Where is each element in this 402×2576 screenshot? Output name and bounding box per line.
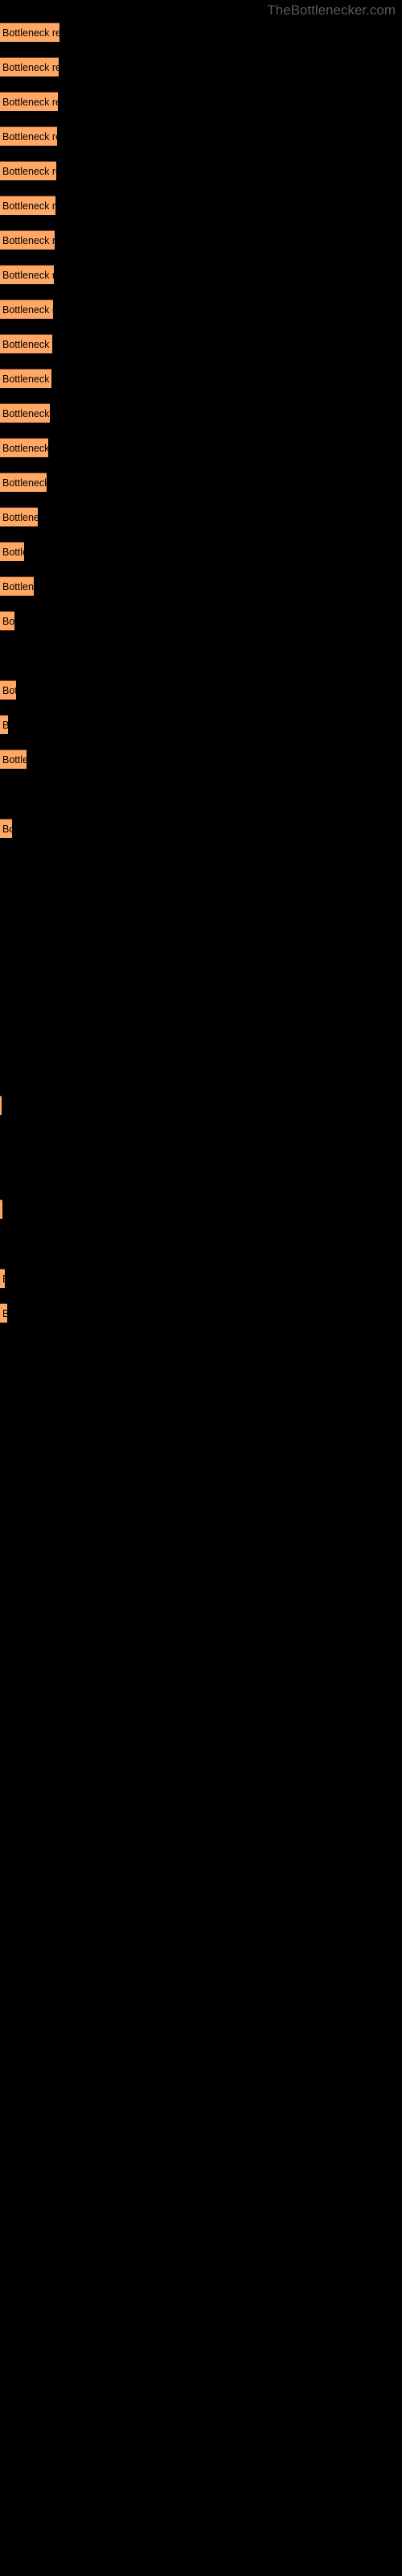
bar-6[interactable]: Bottleneck result [0,196,55,215]
bar-20[interactable]: Bottleneck result [0,715,8,734]
bar-label: Bottleneck result [2,61,59,73]
bar-label: Bottleneck result [2,407,50,419]
bar-label: Bottleneck result [2,165,56,177]
bar-8[interactable]: Bottleneck result [0,265,54,284]
bar-16[interactable]: Bottleneck result [0,542,24,561]
bar-label: Bottleneck result [2,753,27,766]
bar-5[interactable]: Bottleneck result [0,161,56,180]
bar-23[interactable]: Bottleneck result [0,1096,2,1115]
bar-24[interactable]: Bottleneck result [0,1199,2,1219]
bar-label: Bottleneck result [2,684,16,696]
bar-label: Bottleneck result [2,615,14,627]
bar-12[interactable]: Bottleneck result [0,403,50,423]
bar-17[interactable]: Bottleneck result [0,576,34,596]
bar-26[interactable]: Bottleneck result [0,1303,7,1323]
bar-label: Bottleneck result [2,477,47,489]
bar-21[interactable]: Bottleneck result [0,749,27,769]
bar-label: Bottleneck result [2,1308,7,1319]
bar-label: Bottleneck result [2,200,55,212]
bar-label: Bottleneck result [2,234,55,246]
bar-1[interactable]: Bottleneck result [0,23,59,42]
bar-label: Bottleneck result [2,338,52,350]
bar-label: Bottleneck result [2,546,24,558]
bar-2[interactable]: Bottleneck result [0,57,59,76]
bar-label: Bottleneck result [2,269,54,281]
bar-label: Bottleneck result [2,720,8,730]
site-header: TheBottlenecker.com [0,0,402,21]
bar-9[interactable]: Bottleneck result [0,299,53,319]
bar-10[interactable]: Bottleneck result [0,334,52,353]
bar-label: Bottleneck result [2,130,57,142]
bar-13[interactable]: Bottleneck result [0,438,48,457]
bar-14[interactable]: Bottleneck result [0,473,47,492]
bar-22[interactable]: Bottleneck result [0,819,12,838]
bar-25[interactable]: Bottleneck result [0,1269,5,1288]
bar-label: Bottleneck result [2,1274,5,1284]
bar-label: Bottleneck result [2,303,53,316]
bar-label: Bottleneck result [2,511,38,523]
site-title: TheBottlenecker.com [267,2,396,18]
bar-label: Bottleneck result [2,96,58,108]
bar-label: Bottleneck result [2,580,34,592]
bar-label: Bottleneck result [2,823,12,835]
bar-19[interactable]: Bottleneck result [0,680,16,700]
bar-label: Bottleneck result [2,373,51,385]
bar-3[interactable]: Bottleneck result [0,92,58,111]
bar-4[interactable]: Bottleneck result [0,126,57,146]
bar-15[interactable]: Bottleneck result [0,507,38,526]
bottleneck-bar-chart: Bottleneck result Bottleneck result Bottle… [0,21,402,2576]
bar-label: Bottleneck result [2,27,59,39]
bar-11[interactable]: Bottleneck result [0,369,51,388]
bar-7[interactable]: Bottleneck result [0,230,55,250]
bar-label: Bottleneck result [2,442,48,454]
bar-18[interactable]: Bottleneck result [0,611,14,630]
